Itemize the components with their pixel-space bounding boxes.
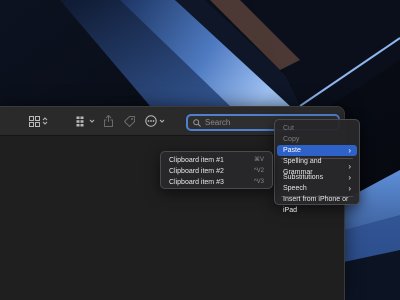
clipboard-item-label: Clipboard item #3 xyxy=(169,179,224,186)
search-icon xyxy=(192,116,202,129)
clipboard-item-label: Clipboard item #1 xyxy=(169,157,224,164)
shortcut-label: ^V2 xyxy=(253,168,264,174)
clipboard-item-1[interactable]: Clipboard item #1 ⌘V xyxy=(163,155,270,166)
chevron-right-icon: › xyxy=(348,173,351,182)
menu-item-speech[interactable]: Speech › xyxy=(277,183,357,194)
menu-item-copy[interactable]: Copy xyxy=(277,134,357,145)
shortcut-label: ^V3 xyxy=(253,179,264,185)
chevron-right-icon: › xyxy=(348,146,351,155)
share-icon xyxy=(104,115,113,127)
menu-item-label: Paste xyxy=(283,147,301,154)
desktop: Cut Copy Paste › Spelling and Grammar › … xyxy=(0,0,400,300)
menu-item-label: Substitutions xyxy=(283,174,324,181)
menu-item-paste[interactable]: Paste › xyxy=(277,145,357,156)
tag-icon xyxy=(124,115,135,127)
tag-button[interactable] xyxy=(124,113,135,129)
menu-item-label: Insert from iPhone or iPad xyxy=(283,195,349,214)
chevron-right-icon: › xyxy=(348,184,351,193)
chevron-right-icon: › xyxy=(348,162,351,171)
menu-item-label: Cut xyxy=(283,125,294,132)
group-button[interactable] xyxy=(76,113,95,129)
context-menu: Cut Copy Paste › Spelling and Grammar › … xyxy=(274,119,360,214)
share-button[interactable] xyxy=(104,113,113,129)
more-actions-icon xyxy=(145,115,157,127)
menu-item-label: Copy xyxy=(283,136,300,143)
shortcut-label: ⌘V xyxy=(253,157,264,163)
view-mode-button[interactable] xyxy=(29,113,48,129)
chevron-down-icon xyxy=(159,118,165,124)
menu-item-cut[interactable]: Cut xyxy=(277,123,357,134)
grid-view-icon xyxy=(29,115,40,127)
clipboard-item-2[interactable]: Clipboard item #2 ^V2 xyxy=(163,166,270,177)
paste-submenu: Clipboard item #1 ⌘V Clipboard item #2 ^… xyxy=(160,151,273,189)
menu-item-label: Speech xyxy=(283,185,307,192)
more-actions-button[interactable] xyxy=(145,113,165,129)
clipboard-item-label: Clipboard item #2 xyxy=(169,168,224,175)
clipboard-item-3[interactable]: Clipboard item #3 ^V3 xyxy=(163,177,270,188)
menu-item-substitutions[interactable]: Substitutions › xyxy=(277,172,357,183)
group-icon xyxy=(76,116,87,127)
chevron-down-icon xyxy=(89,118,95,124)
up-down-chevron-icon xyxy=(42,116,48,126)
menu-item-spelling-and-grammar[interactable]: Spelling and Grammar › xyxy=(277,158,357,176)
menu-item-insert-from-iphone[interactable]: Insert from iPhone or iPad xyxy=(277,196,357,214)
